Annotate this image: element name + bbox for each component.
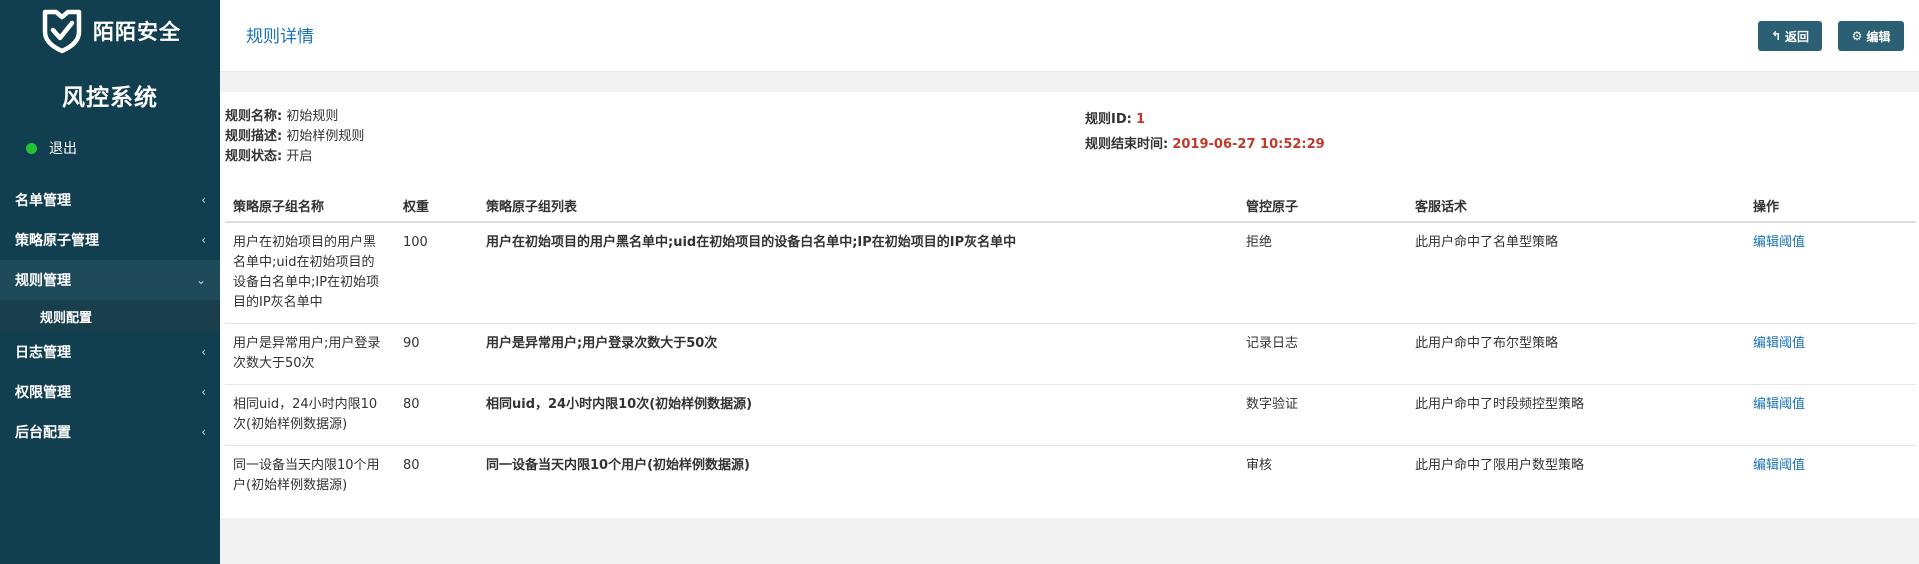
edit-button[interactable]: ⚙ 编辑 xyxy=(1838,21,1904,51)
cell-action: 编辑阈值 xyxy=(1745,446,1916,507)
sidebar-item-label: 规则管理 xyxy=(15,273,71,289)
cell-weight: 80 xyxy=(403,458,420,473)
cell-group-name: 相同uid，24小时内限10次(初始样例数据源) xyxy=(225,384,395,446)
cell-action: 编辑阈值 xyxy=(1745,323,1916,385)
sidebar-item-rule-management[interactable]: 规则管理 ⌄ xyxy=(0,260,220,300)
cell-action: 编辑阈值 xyxy=(1745,384,1916,446)
cell-group-list: 同一设备当天内限10个用户(初始样例数据源) xyxy=(486,458,750,473)
column-header: 管控原子 xyxy=(1238,190,1407,223)
cell-service-script: 此用户命中了名单型策略 xyxy=(1407,222,1745,324)
logout-link[interactable]: 退出 xyxy=(0,128,220,168)
sidebar: 陌陌安全 风控系统 退出 名单管理 ‹ 策略原子管理 ‹ 规则管理 ⌄ 规则配置 xyxy=(0,0,220,564)
column-header: 策略原子组列表 xyxy=(478,190,1238,223)
column-header: 策略原子组名称 xyxy=(225,190,395,223)
sidebar-item-strategy-atoms[interactable]: 策略原子管理 ‹ xyxy=(0,220,220,260)
back-button[interactable]: ↰ 返回 xyxy=(1758,21,1822,51)
table-row: 相同uid，24小时内限10次(初始样例数据源) 80 相同uid，24小时内限… xyxy=(225,384,1916,446)
edit-threshold-link[interactable]: 编辑阈值 xyxy=(1753,235,1805,250)
rule-desc-row: 规则描述: 初始样例规则 xyxy=(225,127,364,147)
rule-id-label: 规则ID: xyxy=(1085,112,1132,127)
gear-icon: ⚙ xyxy=(1851,29,1863,43)
rule-id-value: 1 xyxy=(1135,112,1146,127)
sidebar-item-label: 名单管理 xyxy=(15,193,71,209)
cell-weight: 80 xyxy=(395,384,478,446)
rule-name-row: 规则名称: 初始规则 xyxy=(225,107,364,127)
cell-control-atom: 数字验证 xyxy=(1238,384,1407,446)
header: 规则详情 ↰ 返回 ⚙ 编辑 xyxy=(220,0,1919,72)
cell-group-list: 用户是异常用户;用户登录次数大于50次 xyxy=(478,323,1238,385)
rule-desc-value: 初始样例规则 xyxy=(286,129,365,144)
shield-check-icon xyxy=(42,9,82,54)
brand[interactable]: 陌陌安全 xyxy=(0,0,220,62)
sidebar-item-label: 后台配置 xyxy=(15,425,71,441)
cell-weight: 90 xyxy=(395,323,478,385)
sidebar-item-list-management[interactable]: 名单管理 ‹ xyxy=(0,180,220,220)
system-title: 风控系统 xyxy=(62,85,158,111)
sidebar-subitem-rule-config[interactable]: 规则配置 xyxy=(0,300,220,332)
edit-threshold-link[interactable]: 编辑阈值 xyxy=(1753,336,1805,351)
chevron-down-icon: ⌄ xyxy=(195,273,206,287)
chevron-left-icon: ‹ xyxy=(201,345,206,359)
table-header-row: 策略原子组名称 权重 策略原子组列表 管控原子 客服话术 操作 xyxy=(225,190,1916,223)
rule-id-row: 规则ID: 1 xyxy=(1085,107,1325,132)
rule-detail-panel: 规则名称: 初始规则 规则描述: 初始样例规则 规则状态: 开启 规则ID: 1… xyxy=(220,92,1919,518)
brand-name: 陌陌安全 xyxy=(93,20,181,44)
rule-end-time-value: 2019-06-27 10:52:29 xyxy=(1172,137,1325,152)
edit-threshold-link[interactable]: 编辑阈值 xyxy=(1753,458,1805,473)
rule-status-row: 规则状态: 开启 xyxy=(225,147,364,167)
cell-action: 编辑阈值 xyxy=(1745,222,1916,324)
edit-threshold-link[interactable]: 编辑阈值 xyxy=(1753,397,1805,412)
cell-control-atom: 记录日志 xyxy=(1238,323,1407,385)
back-arrow-icon: ↰ xyxy=(1770,29,1782,43)
cell-group-name: 用户在初始项目的用户黑名单中;uid在初始项目的设备白名单中;IP在初始项目的I… xyxy=(225,222,395,324)
cell-service-script: 此用户命中了限用户数型策略 xyxy=(1415,458,1585,473)
sidebar-item-permission-management[interactable]: 权限管理 ‹ xyxy=(0,372,220,412)
sidebar-item-label: 日志管理 xyxy=(15,345,71,361)
sidebar-item-label: 策略原子管理 xyxy=(15,233,99,249)
rule-status-label: 规则状态: xyxy=(225,149,283,164)
cell-group-list: 相同uid，24小时内限10次(初始样例数据源) xyxy=(478,384,1238,446)
rule-status-value: 开启 xyxy=(286,149,313,164)
cell-weight: 100 xyxy=(395,222,478,324)
rule-info-left: 规则名称: 初始规则 规则描述: 初始样例规则 规则状态: 开启 xyxy=(225,107,364,167)
edit-button-label: 编辑 xyxy=(1866,29,1891,44)
sidebar-item-log-management[interactable]: 日志管理 ‹ xyxy=(0,332,220,372)
cell-control-atom: 拒绝 xyxy=(1238,222,1407,324)
sidebar-menu: 名单管理 ‹ 策略原子管理 ‹ 规则管理 ⌄ 规则配置 日志管理 ‹ 权限管理 … xyxy=(0,180,220,452)
cell-service-script: 此用户命中了布尔型策略 xyxy=(1407,323,1745,385)
cell-control-atom: 审核 xyxy=(1246,458,1273,473)
online-status-dot xyxy=(26,142,37,154)
page-title: 规则详情 xyxy=(246,27,314,47)
rule-info-right: 规则ID: 1 规则结束时间: 2019-06-27 10:52:29 xyxy=(1085,107,1325,157)
table-row: 用户是异常用户;用户登录次数大于50次 90 用户是异常用户;用户登录次数大于5… xyxy=(225,323,1916,385)
table-row: 同一设备当天内限10个用户(初始样例数据源) 80 同一设备当天内限10个用户(… xyxy=(225,446,1916,507)
column-header: 客服话术 xyxy=(1407,190,1745,223)
sidebar-item-backend-config[interactable]: 后台配置 ‹ xyxy=(0,412,220,452)
chevron-left-icon: ‹ xyxy=(201,233,206,247)
column-header: 操作 xyxy=(1745,190,1916,223)
chevron-left-icon: ‹ xyxy=(201,193,206,207)
rule-desc-label: 规则描述: xyxy=(225,129,283,144)
chevron-left-icon: ‹ xyxy=(201,425,206,439)
sidebar-group-rules: 规则管理 ⌄ 规则配置 xyxy=(0,260,220,332)
chevron-left-icon: ‹ xyxy=(201,385,206,399)
table-row: 用户在初始项目的用户黑名单中;uid在初始项目的设备白名单中;IP在初始项目的I… xyxy=(225,222,1916,324)
rule-end-time-label: 规则结束时间: xyxy=(1085,137,1169,152)
rule-name-label: 规则名称: xyxy=(225,109,283,124)
cell-service-script: 此用户命中了时段频控型策略 xyxy=(1407,384,1745,446)
rule-end-time-row: 规则结束时间: 2019-06-27 10:52:29 xyxy=(1085,132,1325,157)
logout-label: 退出 xyxy=(49,141,77,157)
cell-group-name: 用户是异常用户;用户登录次数大于50次 xyxy=(225,323,395,385)
atom-group-table: 策略原子组名称 权重 策略原子组列表 管控原子 客服话术 操作 用户在初始项目的… xyxy=(225,190,1916,506)
sidebar-item-label: 权限管理 xyxy=(15,385,71,401)
column-header: 权重 xyxy=(395,190,478,223)
cell-group-list: 用户在初始项目的用户黑名单中;uid在初始项目的设备白名单中;IP在初始项目的I… xyxy=(478,222,1238,324)
back-button-label: 返回 xyxy=(1785,29,1810,44)
cell-group-name: 同一设备当天内限10个用户(初始样例数据源) xyxy=(233,458,380,493)
rule-name-value: 初始规则 xyxy=(286,109,339,124)
